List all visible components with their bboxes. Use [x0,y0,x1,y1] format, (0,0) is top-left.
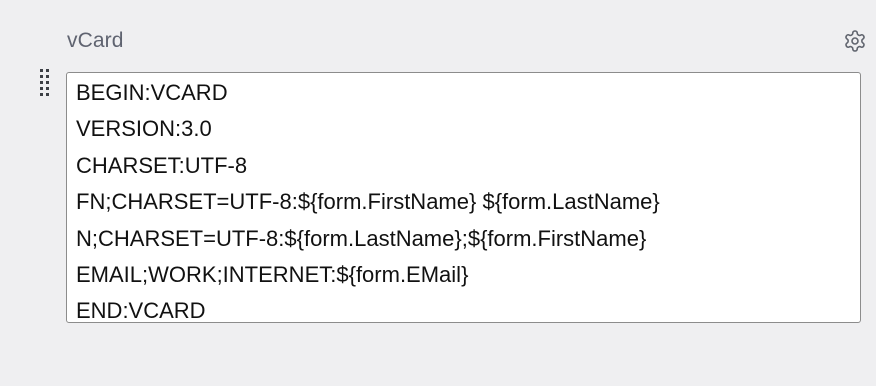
textarea-line: VERSION:3.0 [76,116,212,142]
settings-button[interactable] [842,28,868,54]
textarea-line: FN;CHARSET=UTF-8:${form.FirstName} ${for… [76,189,660,215]
textarea-line: EMAIL;WORK;INTERNET:${form.EMail} [76,262,469,288]
textarea-line: N;CHARSET=UTF-8:${form.LastName};${form.… [76,225,647,251]
gear-icon [845,30,865,52]
textarea-line: BEGIN:VCARD [76,80,228,105]
field-label: vCard [67,29,124,52]
textarea-line: CHARSET:UTF-8 [76,152,248,178]
drag-handle[interactable] [38,68,52,100]
vcard-textarea[interactable]: BEGIN:VCARD VERSION:3.0 CHARSET:UTF-8 FN… [66,72,861,323]
drag-handle-icon [40,69,49,96]
textarea-line: END:VCARD [76,298,206,323]
